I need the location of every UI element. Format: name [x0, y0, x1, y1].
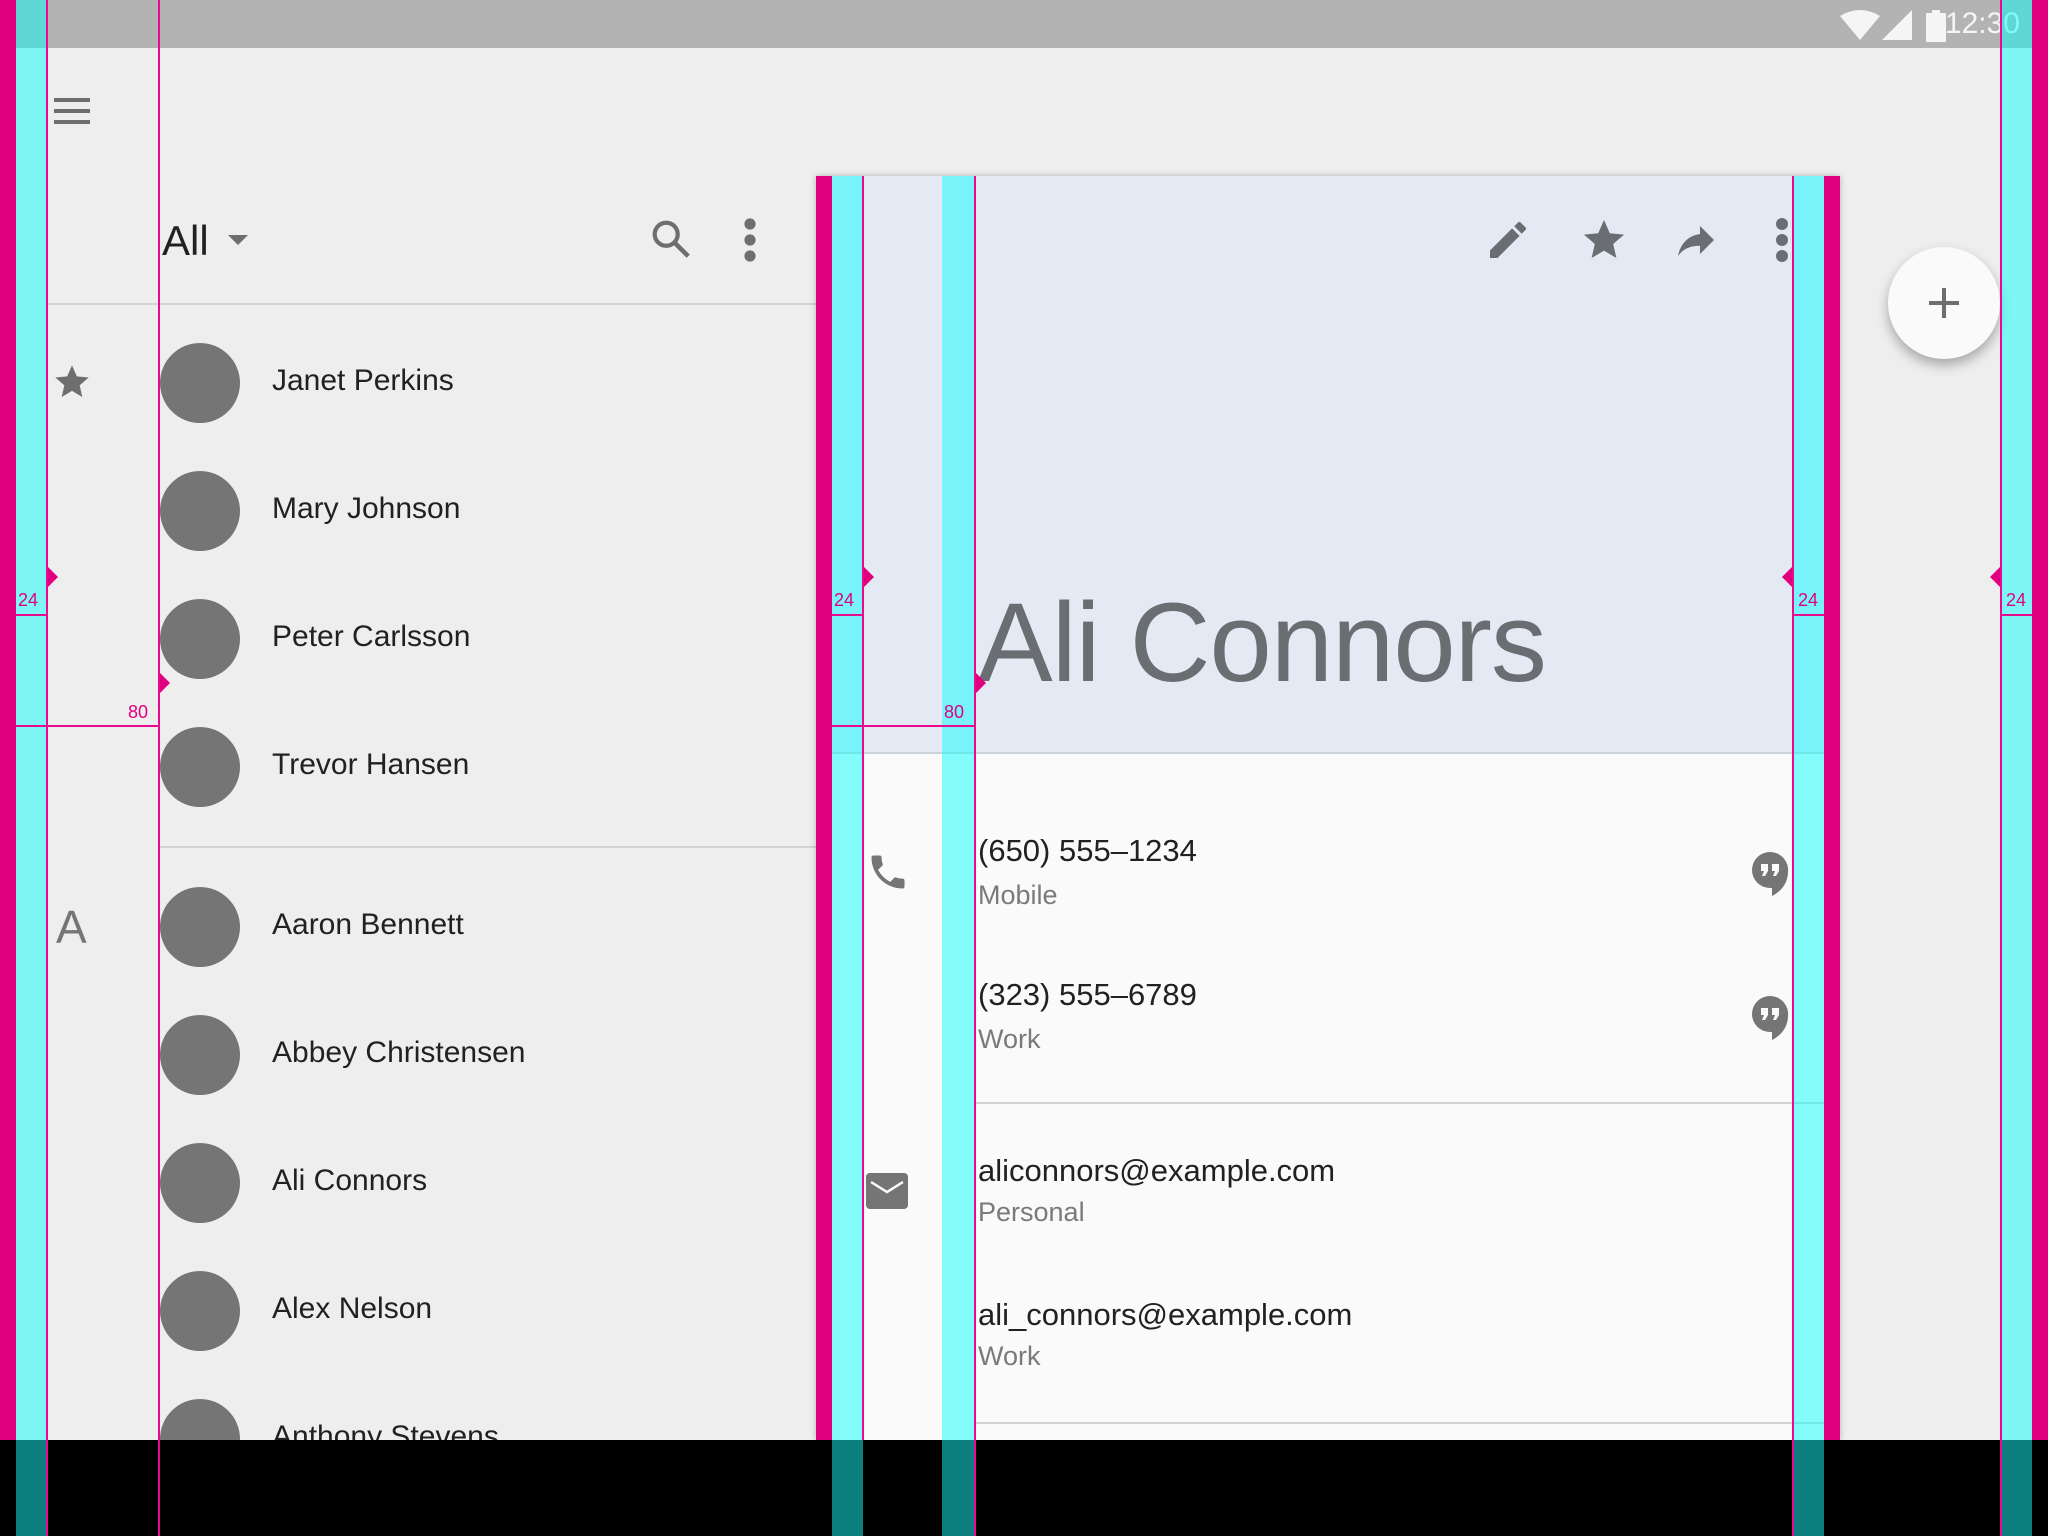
- search-icon[interactable]: [648, 216, 694, 262]
- keyline: [974, 176, 976, 1536]
- contact-name: Trevor Hansen: [272, 748, 470, 781]
- keyline-label: 24: [1798, 590, 1819, 610]
- margin-strip: [0, 0, 16, 1440]
- status-bar: 12:30: [0, 0, 2048, 48]
- keyline-fill: [2002, 0, 2032, 1440]
- keyline-marker: [48, 567, 58, 587]
- contact-title: Ali Connors: [978, 580, 1547, 705]
- keyline-label: 24: [18, 590, 39, 610]
- keyline: [16, 725, 159, 727]
- battery-icon: [1926, 10, 1946, 42]
- avatar: [160, 727, 240, 807]
- list-header-divider: [47, 303, 816, 305]
- contact-name: Ali Connors: [272, 1164, 428, 1197]
- margin-strip: [1824, 176, 1840, 1440]
- hamburger-menu-icon[interactable]: [54, 98, 90, 126]
- keyline: [832, 725, 975, 727]
- cellular-signal-icon: [1882, 10, 1912, 40]
- section-divider: [160, 846, 816, 848]
- keyline: [832, 614, 863, 616]
- contact-name: Aaron Bennett: [272, 908, 464, 941]
- more-vert-icon[interactable]: [740, 218, 760, 262]
- phone-type: Work: [978, 1024, 1041, 1054]
- avatar: [160, 471, 240, 551]
- contact-name: Mary Johnson: [272, 492, 461, 525]
- wifi-icon: [1840, 10, 1880, 40]
- keyline-label: 80: [128, 702, 149, 722]
- contact-name: Alex Nelson: [272, 1292, 433, 1325]
- section-divider: [975, 1422, 1840, 1424]
- add-contact-fab[interactable]: [1888, 247, 2000, 359]
- email-icon: [866, 1173, 908, 1209]
- keyline-marker: [864, 567, 874, 587]
- keyline-fill: [1794, 1440, 1824, 1536]
- keyline-fill: [832, 1440, 863, 1536]
- add-icon: [1929, 288, 1959, 318]
- keyline-marker: [1990, 567, 2000, 587]
- keyline-fill: [942, 1440, 974, 1536]
- email-address: ali_connors@example.com: [978, 1297, 1353, 1332]
- keyline: [1794, 614, 1824, 616]
- avatar: [160, 343, 240, 423]
- phone-number: (650) 555–1234: [978, 833, 1197, 868]
- email-type: Personal: [978, 1197, 1085, 1227]
- star-icon[interactable]: [1580, 216, 1628, 264]
- keyline-label: 24: [834, 590, 855, 610]
- section-divider: [975, 1102, 1840, 1104]
- keyline-fill: [1794, 176, 1824, 1440]
- phone-number: (323) 555–6789: [978, 977, 1197, 1012]
- navigation-bar: [0, 1440, 2048, 1536]
- pencil-icon[interactable]: [1484, 216, 1532, 264]
- hangouts-message-icon[interactable]: [1750, 994, 1790, 1042]
- keyline-marker: [976, 673, 986, 693]
- keyline-fill: [942, 176, 974, 1440]
- more-vert-icon[interactable]: [1772, 216, 1792, 264]
- contact-name: Peter Carlsson: [272, 620, 471, 653]
- avatar: [160, 599, 240, 679]
- star-icon: [55, 365, 89, 397]
- avatar: [160, 1271, 240, 1351]
- keyline: [158, 0, 160, 1536]
- keyline-fill: [2002, 1440, 2032, 1536]
- contact-name: Janet Perkins: [272, 364, 454, 397]
- keyline-marker: [1782, 567, 1792, 587]
- contact-name: Abbey Christensen: [272, 1036, 526, 1069]
- keyline: [862, 176, 864, 1440]
- keyline-label: 24: [2006, 590, 2027, 610]
- avatar: [160, 1015, 240, 1095]
- margin-strip: [816, 176, 832, 1440]
- filter-label: All: [162, 217, 209, 264]
- keyline-fill: [16, 0, 47, 1440]
- phone-type: Mobile: [978, 880, 1058, 910]
- hangouts-message-icon[interactable]: [1750, 850, 1790, 898]
- margin-strip: [2032, 0, 2048, 1440]
- phone-icon: [871, 855, 905, 889]
- section-letter: A: [56, 901, 87, 953]
- avatar: [160, 887, 240, 967]
- keyline: [46, 0, 48, 1536]
- keyline-fill: [16, 1440, 47, 1536]
- keyline-marker: [160, 673, 170, 693]
- keyline-label: 80: [944, 702, 965, 722]
- dropdown-caret-icon: [228, 235, 248, 245]
- email-type: Work: [978, 1341, 1041, 1371]
- email-address: aliconnors@example.com: [978, 1153, 1336, 1188]
- share-forward-icon[interactable]: [1672, 216, 1720, 264]
- keyline: [2002, 614, 2032, 616]
- avatar: [160, 1143, 240, 1223]
- keyline: [16, 614, 47, 616]
- keyline-fill: [832, 176, 863, 1440]
